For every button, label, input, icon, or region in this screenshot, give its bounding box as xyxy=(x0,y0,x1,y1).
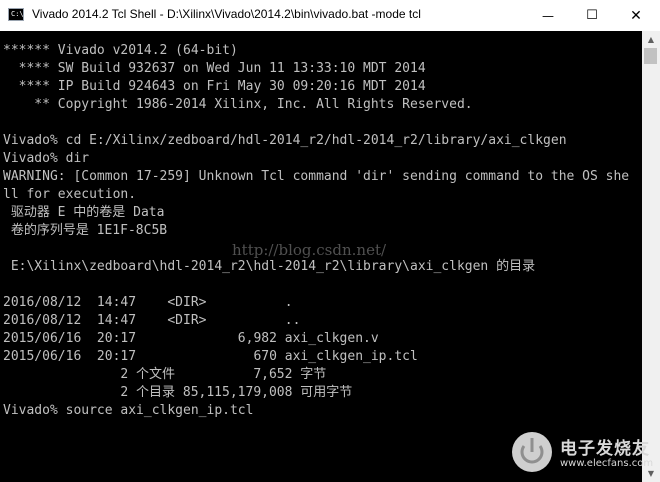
elecfans-logo: 电子发烧友 www.elecfans.com xyxy=(508,428,658,480)
console-line: Vivado% cd E:/Xilinx/zedboard/hdl-2014_r… xyxy=(3,133,567,148)
minimize-icon: — xyxy=(542,8,554,23)
console-line: 2015/06/16 20:17 6,982 axi_clkgen.v xyxy=(3,331,379,346)
scrollbar-thumb[interactable] xyxy=(644,48,657,64)
console-line: WARNING: [Common 17-259] Unknown Tcl com… xyxy=(3,169,630,184)
console-line: E:\Xilinx\zedboard\hdl-2014_r2\hdl-2014_… xyxy=(3,259,536,274)
close-icon: ✕ xyxy=(630,7,642,24)
minimize-button[interactable]: — xyxy=(526,0,570,31)
close-button[interactable]: ✕ xyxy=(614,0,658,31)
console-line: 2016/08/12 14:47 <DIR> . xyxy=(3,295,293,310)
blog-watermark: http://blog.csdn.net/ xyxy=(232,241,387,259)
console-lines: ****** Vivado v2014.2 (64-bit) **** SW B… xyxy=(3,42,629,420)
maximize-button[interactable]: ☐ xyxy=(570,0,614,31)
maximize-icon: ☐ xyxy=(586,8,598,23)
chevron-up-icon: ▲ xyxy=(647,35,655,44)
elecfans-logo-name: 电子发烧友 xyxy=(560,439,650,459)
console-line: Vivado% source axi_clkgen_ip.tcl xyxy=(3,403,254,418)
console-line: 2016/08/12 14:47 <DIR> .. xyxy=(3,313,301,328)
console-line: **** IP Build 924643 on Fri May 30 09:20… xyxy=(3,79,426,94)
console-app-icon[interactable]: C:\ xyxy=(8,8,24,21)
console-line: ** Copyright 1986-2014 Xilinx, Inc. All … xyxy=(3,97,473,112)
console-line: 2 个目录 85,115,179,008 可用字节 xyxy=(3,385,353,400)
elecfans-logo-url: www.elecfans.com xyxy=(560,458,654,469)
console-line: ****** Vivado v2014.2 (64-bit) xyxy=(3,43,238,58)
console-line: 驱动器 E 中的卷是 Data xyxy=(3,205,165,220)
elecfans-logo-icon xyxy=(512,432,552,472)
console-line: Vivado% dir xyxy=(3,151,90,166)
scroll-up-button[interactable]: ▲ xyxy=(642,31,660,48)
console-line: ll for execution. xyxy=(3,187,137,202)
console-line: 2 个文件 7,652 字节 xyxy=(3,367,327,382)
title-bar[interactable]: C:\ Vivado 2014.2 Tcl Shell - D:\Xilinx\… xyxy=(0,0,660,31)
vertical-scrollbar[interactable]: ▲ ▼ xyxy=(642,31,660,482)
tcl-shell-window: C:\ Vivado 2014.2 Tcl Shell - D:\Xilinx\… xyxy=(0,0,660,482)
console-line: **** SW Build 932637 on Wed Jun 11 13:33… xyxy=(3,61,426,76)
console-line: 卷的序列号是 1E1F-8C5B xyxy=(3,223,168,238)
console-line: 2015/06/16 20:17 670 axi_clkgen_ip.tcl xyxy=(3,349,418,364)
console-app-icon-text: C:\ xyxy=(11,10,24,18)
window-title: Vivado 2014.2 Tcl Shell - D:\Xilinx\Viva… xyxy=(32,7,421,21)
